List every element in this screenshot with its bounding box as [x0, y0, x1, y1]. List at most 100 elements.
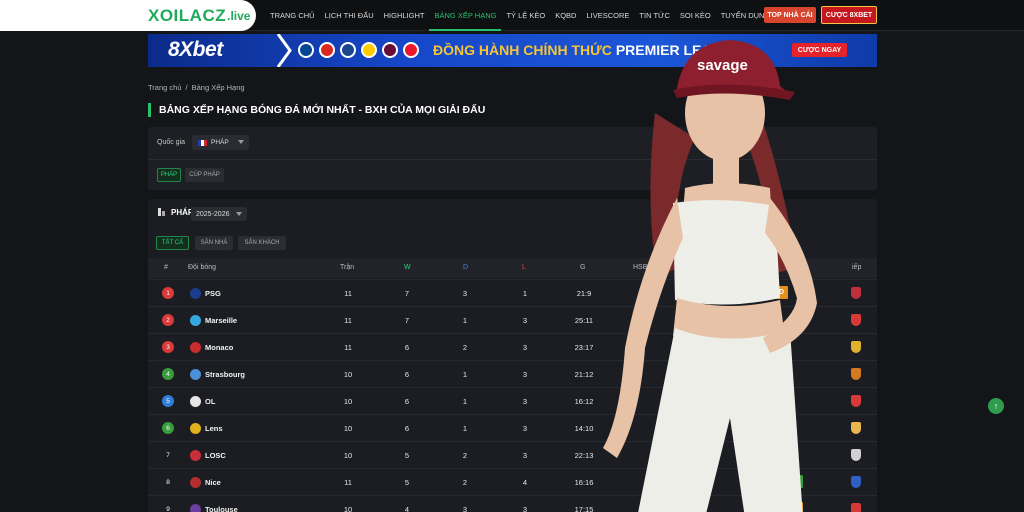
- cell-played: 11: [344, 343, 352, 352]
- nav-highlight[interactable]: HIGHLIGHT: [379, 0, 430, 31]
- cell-d: 2: [462, 451, 468, 460]
- team-logo-icon: [190, 423, 201, 434]
- team-name[interactable]: Nice: [205, 478, 221, 487]
- cell-w: 7: [404, 316, 410, 325]
- team-name[interactable]: PSG: [205, 289, 221, 298]
- season-value: 2025-2026: [196, 210, 230, 218]
- cell-w: 6: [404, 343, 410, 352]
- rank-badge: 8: [166, 478, 170, 486]
- cell-l: 3: [522, 370, 528, 379]
- team-logo-icon: [190, 396, 201, 407]
- crest-icon: [403, 42, 419, 58]
- nav-home[interactable]: TRANG CHỦ: [265, 0, 320, 31]
- cell-l: 4: [522, 478, 528, 487]
- tab-away[interactable]: SÂN KHÁCH: [238, 236, 286, 250]
- rank-badge: 4: [162, 368, 174, 380]
- cell-d: 2: [462, 478, 468, 487]
- nav-schedule[interactable]: LỊCH THI ĐẤU: [320, 0, 379, 31]
- france-flag-icon: [198, 139, 207, 146]
- logo-domain: .live: [227, 8, 251, 23]
- chevron-down-icon: [238, 140, 244, 144]
- league-name: PHÁP: [171, 207, 194, 217]
- model-promo-image: savage: [603, 40, 817, 512]
- page-title: BẢNG XẾP HẠNG BÓNG ĐÁ MỚI NHẤT - BXH CỦA…: [148, 103, 485, 117]
- season-select[interactable]: 2025-2026: [191, 207, 247, 221]
- cell-l: 3: [522, 343, 528, 352]
- country-select[interactable]: PHÁP: [192, 135, 249, 150]
- team-logo-icon: [190, 288, 201, 299]
- cell-d: 3: [462, 505, 468, 512]
- cell-l: 3: [522, 505, 528, 512]
- team-name[interactable]: OL: [205, 397, 215, 406]
- cell-w: 7: [404, 289, 410, 298]
- crest-icon: [361, 42, 377, 58]
- team-name[interactable]: Strasbourg: [205, 370, 245, 379]
- breadcrumb-current: Bảng Xếp Hạng: [191, 83, 245, 92]
- cell-w: 5: [404, 478, 410, 487]
- site-logo[interactable]: XOILACZ .live: [0, 0, 256, 31]
- team-name[interactable]: Monaco: [205, 343, 233, 352]
- cell-d: 3: [462, 289, 468, 298]
- team-logo-icon: [190, 450, 201, 461]
- team-logo-icon: [190, 315, 201, 326]
- chevron-right-icon: [276, 34, 292, 67]
- col-rank: #: [164, 264, 168, 271]
- cell-l: 3: [522, 316, 528, 325]
- nav-odds[interactable]: TỶ LỆ KÈO: [501, 0, 550, 31]
- col-team: Đội bóng: [188, 264, 217, 271]
- team-logo-icon: [190, 342, 201, 353]
- top-navbar: XOILACZ .live TRANG CHỦ LỊCH THI ĐẤU HIG…: [0, 0, 1024, 31]
- breadcrumb-home[interactable]: Trang chủ: [148, 83, 182, 92]
- cell-d: 2: [462, 343, 468, 352]
- col-played: Trận: [340, 264, 355, 271]
- rank-badge: 6: [162, 422, 174, 434]
- banner-brand: 8Xbet: [168, 38, 223, 61]
- breadcrumb-separator: /: [185, 83, 188, 92]
- col-wins: W: [404, 264, 411, 271]
- team-name[interactable]: Toulouse: [205, 505, 238, 512]
- cell-w: 4: [404, 505, 410, 512]
- col-losses: L: [522, 264, 526, 271]
- team-logo-icon: [190, 369, 201, 380]
- rank-badge: 9: [166, 505, 170, 512]
- crest-icon: [382, 42, 398, 58]
- league-header: PHÁP: [157, 207, 193, 217]
- breadcrumb: Trang chủ / Bảng Xếp Hạng: [148, 83, 245, 92]
- country-label: Quốc gia: [157, 139, 186, 146]
- cell-d: 1: [462, 424, 468, 433]
- scroll-to-top-button[interactable]: ↑: [988, 398, 1004, 414]
- rank-badge: 5: [162, 395, 174, 407]
- team-name[interactable]: LOSC: [205, 451, 226, 460]
- team-logo-icon: [190, 504, 201, 512]
- tab-all[interactable]: TẤT CẢ: [156, 236, 189, 250]
- team-logo-icon: [190, 477, 201, 488]
- col-draws: D: [463, 264, 469, 271]
- crest-icon: [298, 42, 314, 58]
- competition-ligue1[interactable]: PHÁP: [157, 168, 181, 182]
- nav-standings[interactable]: BẢNG XẾP HẠNG: [429, 0, 502, 31]
- logo-text: XOILACZ: [148, 5, 227, 25]
- cell-l: 3: [522, 451, 528, 460]
- team-name[interactable]: Lens: [205, 424, 223, 433]
- rank-badge: 7: [166, 451, 170, 459]
- competition-coupe[interactable]: CÚP PHÁP: [185, 168, 224, 182]
- league-logo-icon: [158, 208, 165, 216]
- cell-played: 10: [343, 397, 353, 406]
- cell-d: 1: [462, 316, 468, 325]
- nav-results[interactable]: KQBD: [550, 0, 581, 31]
- cell-played: 10: [343, 424, 353, 433]
- crest-icon: [340, 42, 356, 58]
- cap-logo: savage: [697, 57, 748, 74]
- cell-played: 11: [344, 289, 352, 298]
- cell-d: 1: [462, 370, 468, 379]
- tab-home[interactable]: SÂN NHÀ: [195, 236, 233, 250]
- country-value: PHÁP: [211, 139, 229, 146]
- chevron-down-icon: [236, 212, 242, 216]
- team-name[interactable]: Marseille: [205, 316, 237, 325]
- cell-l: 3: [522, 397, 528, 406]
- cell-l: 3: [522, 424, 528, 433]
- cell-played: 10: [343, 451, 353, 460]
- cell-w: 6: [404, 424, 410, 433]
- cell-played: 10: [343, 505, 353, 512]
- rank-badge: 2: [162, 314, 174, 326]
